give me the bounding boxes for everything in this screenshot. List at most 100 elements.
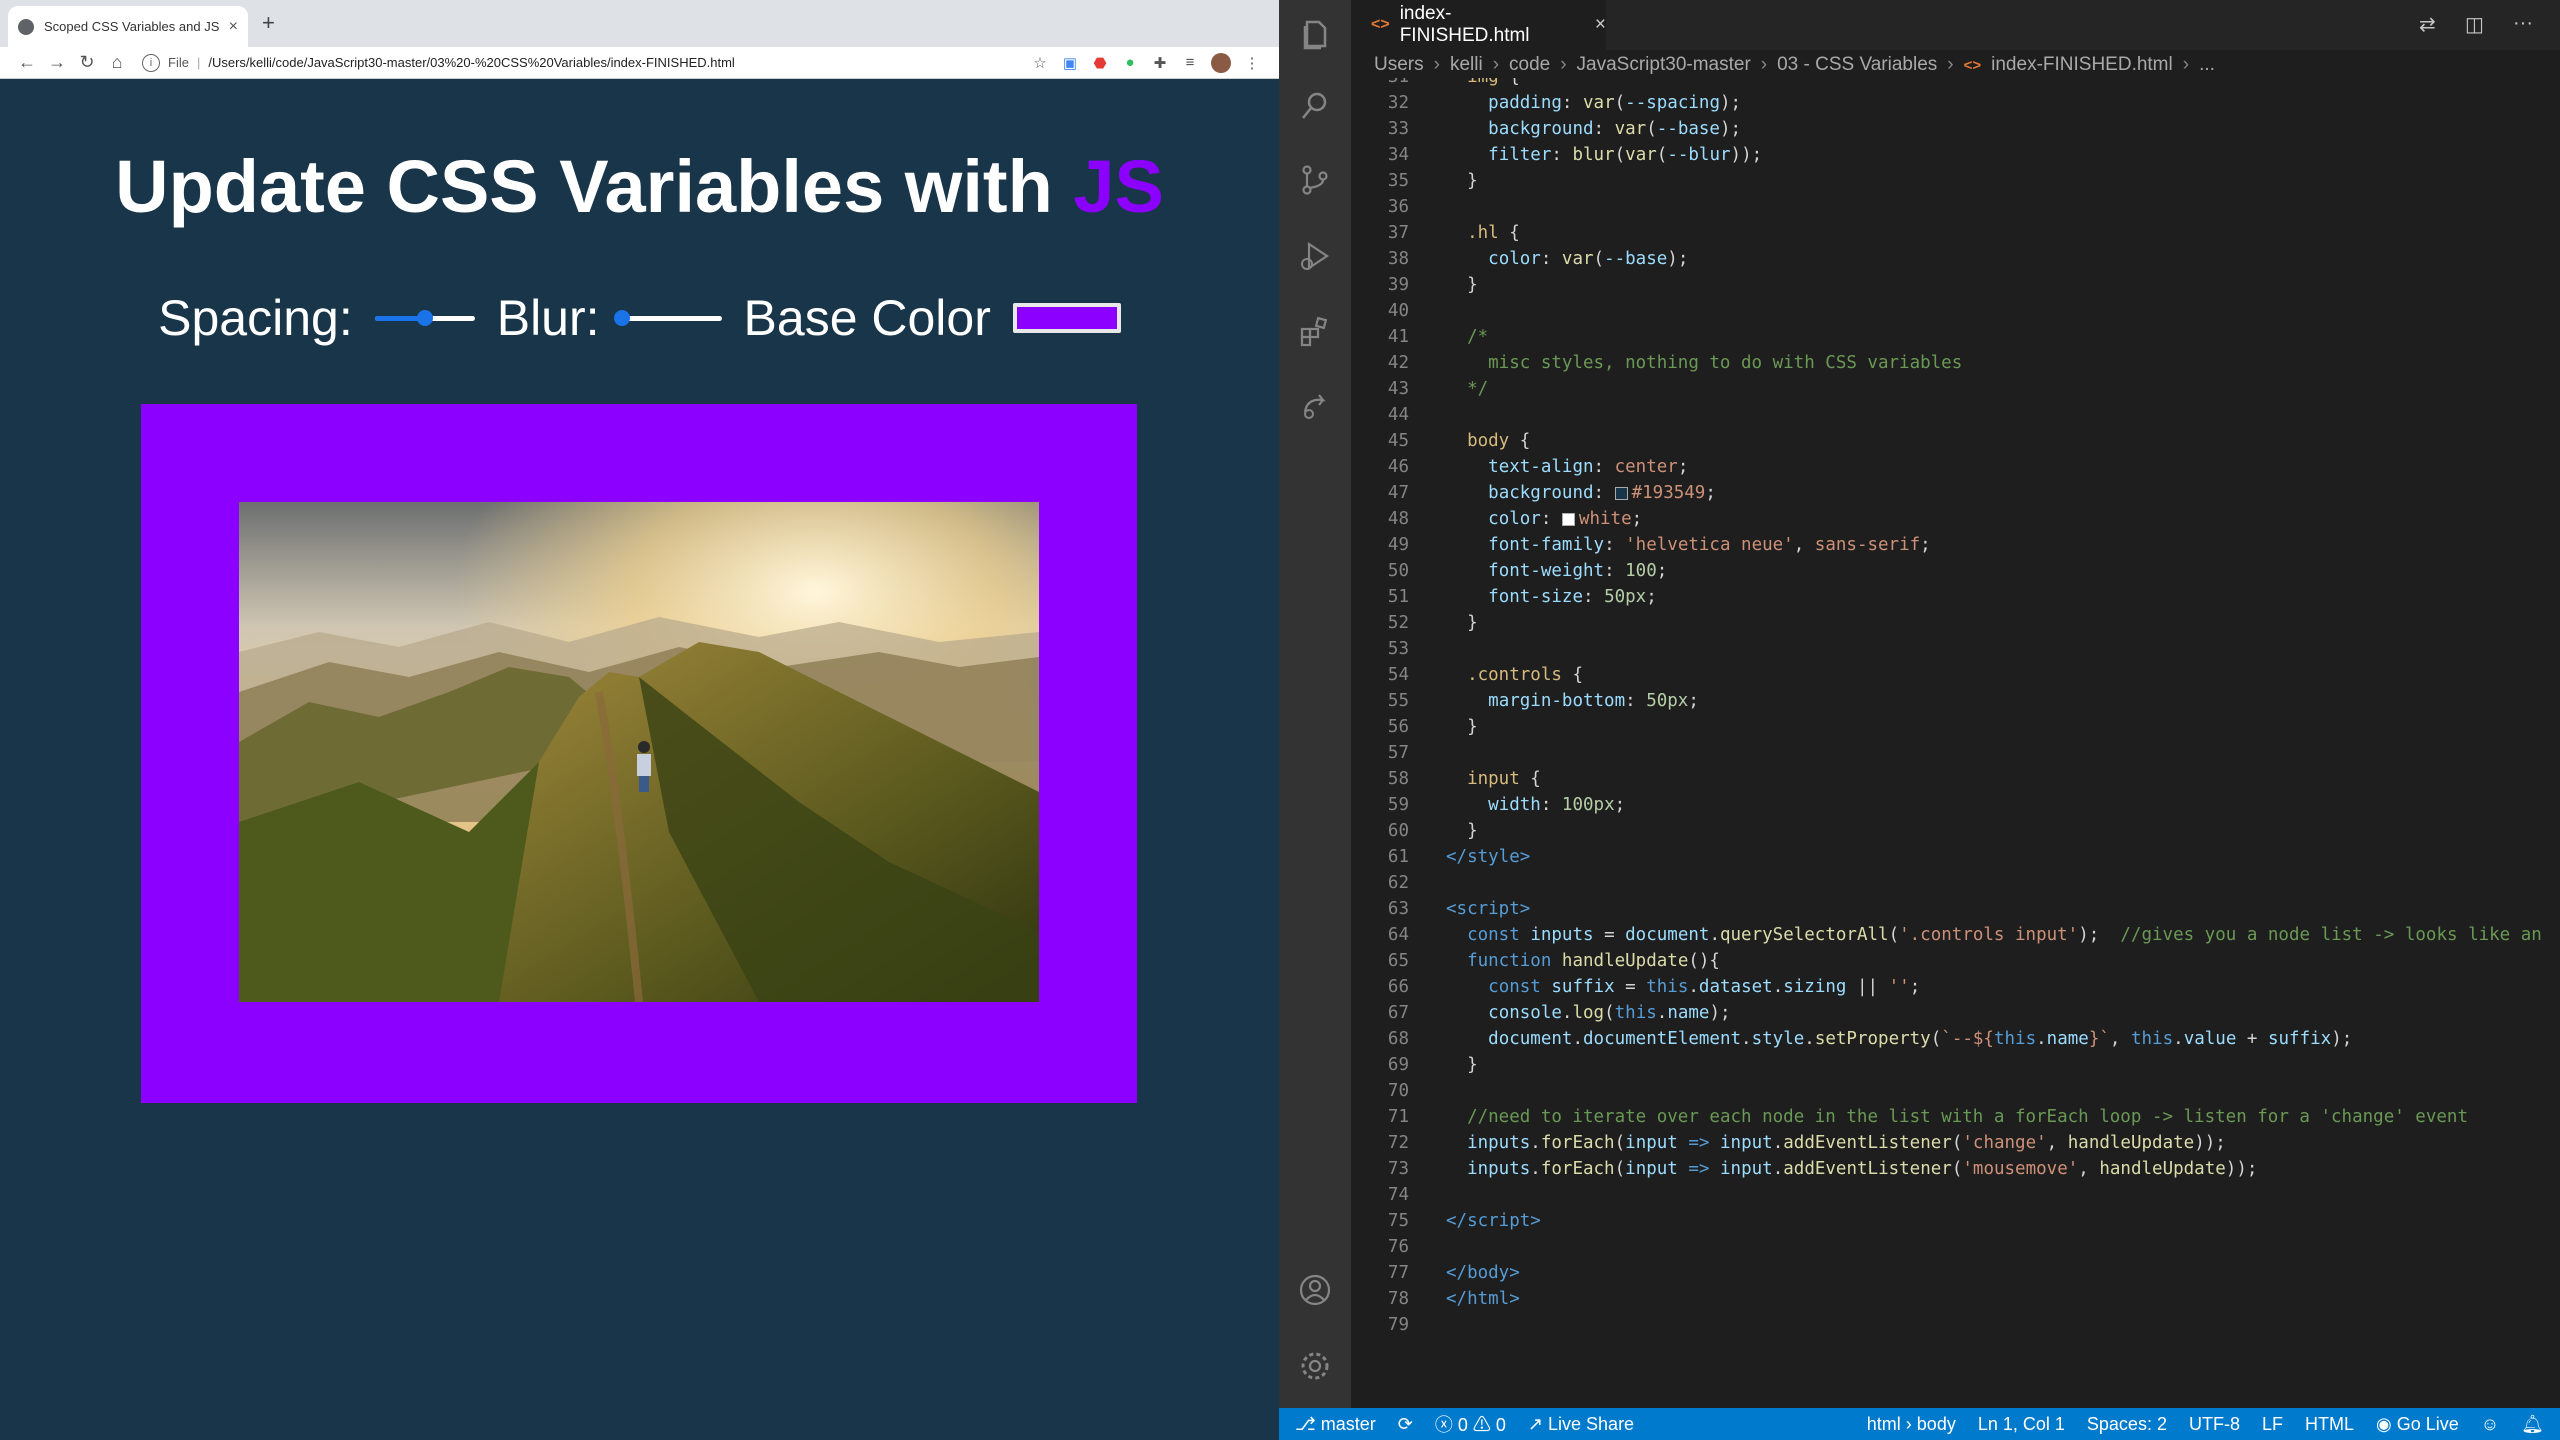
live-share-icon[interactable] xyxy=(1297,388,1333,424)
base-color-picker[interactable] xyxy=(1012,303,1121,333)
code-line[interactable]: 63 <script> xyxy=(1351,896,2560,922)
code-editor[interactable]: 31 img {32 padding: var(--spacing);33 ba… xyxy=(1351,78,2560,1408)
code-line[interactable]: 59 width: 100px; xyxy=(1351,792,2560,818)
feedback-icon[interactable]: ☺ xyxy=(2481,1414,2499,1435)
spacing-slider[interactable] xyxy=(374,307,475,329)
code-line[interactable]: 75 </script> xyxy=(1351,1208,2560,1234)
extensions-puzzle-icon[interactable]: ✚ xyxy=(1145,54,1175,72)
code-line[interactable]: 79 xyxy=(1351,1312,2560,1338)
breadcrumb-item[interactable]: code xyxy=(1509,54,1550,76)
settings-gear-icon[interactable] xyxy=(1297,1348,1333,1384)
code-line[interactable]: 76 xyxy=(1351,1234,2560,1260)
search-icon[interactable] xyxy=(1297,88,1333,124)
translate-extension-icon[interactable]: ▣ xyxy=(1055,54,1085,72)
cursor-position[interactable]: Ln 1, Col 1 xyxy=(1978,1414,2065,1435)
code-line[interactable]: 55 margin-bottom: 50px; xyxy=(1351,688,2560,714)
breadcrumb-item[interactable]: JavaScript30-master xyxy=(1577,54,1751,76)
breadcrumb-item[interactable]: kelli xyxy=(1450,54,1483,76)
code-line[interactable]: 38 color: var(--base); xyxy=(1351,246,2560,272)
forward-button[interactable]: → xyxy=(42,52,72,73)
language-mode[interactable]: HTML xyxy=(2305,1414,2354,1435)
run-debug-icon[interactable] xyxy=(1297,238,1333,274)
tab-close-button[interactable]: × xyxy=(229,18,238,36)
browser-menu-icon[interactable]: ⋮ xyxy=(1237,54,1267,72)
reload-button[interactable]: ↻ xyxy=(72,52,102,73)
profile-avatar[interactable] xyxy=(1211,52,1231,73)
blur-slider[interactable] xyxy=(613,307,722,329)
go-live-item[interactable]: ◉ Go Live xyxy=(2376,1414,2459,1435)
code-line[interactable]: 32 padding: var(--spacing); xyxy=(1351,90,2560,116)
encoding[interactable]: UTF-8 xyxy=(2189,1414,2240,1435)
code-line[interactable]: 69 } xyxy=(1351,1052,2560,1078)
code-line[interactable]: 71 //need to iterate over each node in t… xyxy=(1351,1104,2560,1130)
code-line[interactable]: 31 img { xyxy=(1351,78,2560,90)
code-line[interactable]: 49 font-family: 'helvetica neue', sans-s… xyxy=(1351,532,2560,558)
code-line[interactable]: 37 .hl { xyxy=(1351,220,2560,246)
code-line[interactable]: 51 font-size: 50px; xyxy=(1351,584,2560,610)
editor-tab-index-finished[interactable]: <> index-FINISHED.html × xyxy=(1351,0,1606,50)
spacing-slider-thumb[interactable] xyxy=(416,310,433,326)
code-line[interactable]: 43 */ xyxy=(1351,376,2560,402)
explorer-icon[interactable] xyxy=(1297,16,1333,52)
code-line[interactable]: 48 color: white; xyxy=(1351,506,2560,532)
code-line[interactable]: 42 misc styles, nothing to do with CSS v… xyxy=(1351,350,2560,376)
info-icon[interactable]: i xyxy=(142,53,160,72)
home-button[interactable]: ⌂ xyxy=(102,52,132,73)
code-line[interactable]: 73 inputs.forEach(input => input.addEven… xyxy=(1351,1156,2560,1182)
breadcrumb-item[interactable]: ... xyxy=(2199,54,2215,76)
code-line[interactable]: 64 const inputs = document.querySelector… xyxy=(1351,922,2560,948)
code-line[interactable]: 34 filter: blur(var(--blur)); xyxy=(1351,142,2560,168)
code-line[interactable]: 70 xyxy=(1351,1078,2560,1104)
breadcrumb-item[interactable]: index-FINISHED.html xyxy=(1991,54,2173,76)
code-line[interactable]: 61 </style> xyxy=(1351,844,2560,870)
code-line[interactable]: 52 } xyxy=(1351,610,2560,636)
live-share-item[interactable]: ↗ Live Share xyxy=(1528,1414,1634,1435)
browser-tab[interactable]: Scoped CSS Variables and JS × xyxy=(8,6,248,47)
notifications-bell-icon[interactable]: 🔔︎ xyxy=(2521,1414,2544,1435)
code-line[interactable]: 44 xyxy=(1351,402,2560,428)
code-line[interactable]: 65 function handleUpdate(){ xyxy=(1351,948,2560,974)
breadcrumb-item[interactable]: 03 - CSS Variables xyxy=(1777,54,1937,76)
code-line[interactable]: 67 console.log(this.name); xyxy=(1351,1000,2560,1026)
evernote-extension-icon[interactable]: ● xyxy=(1115,54,1145,71)
accounts-icon[interactable] xyxy=(1297,1272,1333,1308)
editor-tab-close-button[interactable]: × xyxy=(1595,14,1606,36)
git-branch-item[interactable]: ⎇ master xyxy=(1295,1414,1376,1435)
bookmark-star-icon[interactable]: ☆ xyxy=(1025,54,1055,72)
url-text[interactable]: /Users/kelli/code/JavaScript30-master/03… xyxy=(208,55,734,70)
blur-slider-thumb[interactable] xyxy=(613,310,630,326)
code-line[interactable]: 54 .controls { xyxy=(1351,662,2560,688)
code-line[interactable]: 56 } xyxy=(1351,714,2560,740)
code-line[interactable]: 74 xyxy=(1351,1182,2560,1208)
extensions-icon[interactable] xyxy=(1297,314,1333,350)
code-line[interactable]: 41 /* xyxy=(1351,324,2560,350)
adblock-extension-icon[interactable]: ⬣ xyxy=(1085,54,1115,72)
breadcrumb-item[interactable]: Users xyxy=(1374,54,1424,76)
code-line[interactable]: 39 } xyxy=(1351,272,2560,298)
end-of-line[interactable]: LF xyxy=(2262,1414,2283,1435)
code-line[interactable]: 40 xyxy=(1351,298,2560,324)
open-changes-icon[interactable]: ⇄ xyxy=(2419,12,2436,37)
code-line[interactable]: 57 xyxy=(1351,740,2560,766)
more-actions-icon[interactable]: ··· xyxy=(2513,12,2533,35)
indentation[interactable]: Spaces: 2 xyxy=(2087,1414,2167,1435)
code-line[interactable]: 46 text-align: center; xyxy=(1351,454,2560,480)
address-bar[interactable]: i File | /Users/kelli/code/JavaScript30-… xyxy=(142,50,1015,76)
code-line[interactable]: 60 } xyxy=(1351,818,2560,844)
code-line[interactable]: 68 document.documentElement.style.setPro… xyxy=(1351,1026,2560,1052)
code-line[interactable]: 35 } xyxy=(1351,168,2560,194)
code-line[interactable]: 78 </html> xyxy=(1351,1286,2560,1312)
code-line[interactable]: 47 background: #193549; xyxy=(1351,480,2560,506)
code-line[interactable]: 77 </body> xyxy=(1351,1260,2560,1286)
code-line[interactable]: 50 font-weight: 100; xyxy=(1351,558,2560,584)
code-line[interactable]: 53 xyxy=(1351,636,2560,662)
back-button[interactable]: ← xyxy=(12,52,42,73)
problems-item[interactable]: ⓧ 0 ⚠ 0 xyxy=(1435,1411,1506,1437)
code-line[interactable]: 33 background: var(--base); xyxy=(1351,116,2560,142)
element-path[interactable]: html › body xyxy=(1867,1414,1956,1435)
code-line[interactable]: 62 xyxy=(1351,870,2560,896)
new-tab-button[interactable]: + xyxy=(262,10,275,36)
code-line[interactable]: 45 body { xyxy=(1351,428,2560,454)
source-control-icon[interactable] xyxy=(1297,162,1333,198)
code-line[interactable]: 36 xyxy=(1351,194,2560,220)
